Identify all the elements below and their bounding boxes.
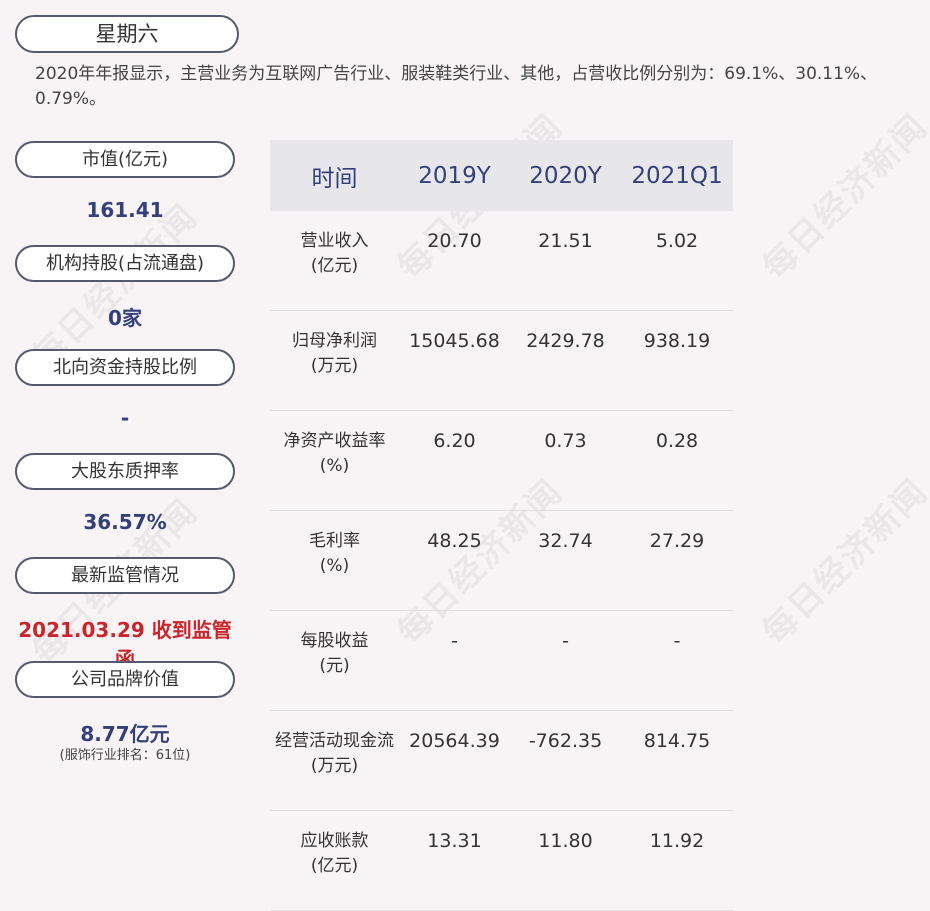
value-cell: -762.35 <box>510 710 621 811</box>
northbound-holding-value: - <box>120 406 130 430</box>
table-row: 应收账款 (亿元) 13.31 11.80 11.92 <box>270 810 733 911</box>
table-row: 净资产收益率 (%) 6.20 0.73 0.28 <box>270 410 733 511</box>
value-cell: 20564.39 <box>399 710 510 811</box>
institutional-holding-label: 机构持股(占流通盘) <box>15 245 235 282</box>
column-header: 时间 <box>270 140 399 211</box>
market-cap-label: 市值(亿元) <box>15 141 235 178</box>
value-cell: 0.73 <box>510 410 621 511</box>
metric-unit: (亿元) <box>310 856 359 876</box>
brand-rank-note: (服饰行业排名：61位) <box>59 748 191 763</box>
value-cell: 5.02 <box>621 211 733 311</box>
value-cell: 32.74 <box>510 510 621 611</box>
metric-name: 应收账款 <box>300 831 369 851</box>
value-cell: 2429.78 <box>510 310 621 411</box>
column-header: 2020Y <box>510 140 621 211</box>
value-cell: 20.70 <box>399 211 510 311</box>
table-row: 营业收入 (亿元) 20.70 21.51 5.02 <box>270 211 733 311</box>
watermark-text: 每日经济新闻 <box>754 471 930 653</box>
metric-cell: 营业收入 (亿元) <box>270 211 399 311</box>
business-summary: 2020年年报显示，主营业务为互联网广告行业、服装鞋类行业、其他，占营收比例分别… <box>35 64 878 109</box>
value-cell: 0.28 <box>621 410 733 511</box>
value-cell: 13.31 <box>399 810 510 911</box>
metric-cell: 净资产收益率 (%) <box>270 410 399 511</box>
brand-value-label: 公司品牌价值 <box>15 661 235 698</box>
value-cell: 6.20 <box>399 410 510 511</box>
metric-name: 经营活动现金流 <box>275 731 394 751</box>
metric-unit: (%) <box>319 556 350 576</box>
metric-name: 净资产收益率 <box>283 431 386 451</box>
institutional-holding-value: 0家 <box>108 306 142 330</box>
table-row: 经营活动现金流 (万元) 20564.39 -762.35 814.75 <box>270 710 733 811</box>
metric-name: 营业收入 <box>300 231 369 251</box>
company-title: 星期六 <box>15 15 239 53</box>
metric-unit: (万元) <box>310 356 359 376</box>
metric-name: 毛利率 <box>309 531 360 551</box>
value-cell: 27.29 <box>621 510 733 611</box>
metric-cell: 应收账款 (亿元) <box>270 810 399 911</box>
value-cell: 21.51 <box>510 211 621 311</box>
table-row: 每股收益 (元) - - - <box>270 610 733 711</box>
value-cell: 11.80 <box>510 810 621 911</box>
metric-unit: (%) <box>319 456 350 476</box>
brand-value-value: 8.77亿元 <box>80 722 170 746</box>
metric-unit: (万元) <box>310 756 359 776</box>
regulatory-status-label: 最新监管情况 <box>15 557 235 594</box>
market-cap-value: 161.41 <box>86 198 164 222</box>
metric-name: 归母净利润 <box>292 331 377 351</box>
metric-cell: 每股收益 (元) <box>270 610 399 711</box>
pledge-ratio-value: 36.57% <box>83 510 167 534</box>
column-header: 2019Y <box>399 140 510 211</box>
column-header: 2021Q1 <box>621 140 733 211</box>
table-header-row: 时间 2019Y 2020Y 2021Q1 <box>270 140 733 211</box>
value-cell: - <box>621 610 733 711</box>
value-cell: 11.92 <box>621 810 733 911</box>
value-cell: - <box>399 610 510 711</box>
value-cell: 814.75 <box>621 710 733 811</box>
metric-cell: 毛利率 (%) <box>270 510 399 611</box>
value-cell: 938.19 <box>621 310 733 411</box>
value-cell: - <box>510 610 621 711</box>
value-cell: 48.25 <box>399 510 510 611</box>
table-row: 归母净利润 (万元) 15045.68 2429.78 938.19 <box>270 310 733 411</box>
metric-unit: (元) <box>319 656 350 676</box>
value-cell: 15045.68 <box>399 310 510 411</box>
metric-unit: (亿元) <box>310 256 359 276</box>
metric-name: 每股收益 <box>300 631 369 651</box>
northbound-holding-label: 北向资金持股比例 <box>15 349 235 386</box>
pledge-ratio-label: 大股东质押率 <box>15 453 235 490</box>
metric-cell: 经营活动现金流 (万元) <box>270 710 399 811</box>
financial-table: 时间 2019Y 2020Y 2021Q1 营业收入 (亿元) 20.70 21.… <box>270 140 733 911</box>
table-row: 毛利率 (%) 48.25 32.74 27.29 <box>270 510 733 611</box>
metric-cell: 归母净利润 (万元) <box>270 310 399 411</box>
watermark-text: 每日经济新闻 <box>754 106 930 288</box>
